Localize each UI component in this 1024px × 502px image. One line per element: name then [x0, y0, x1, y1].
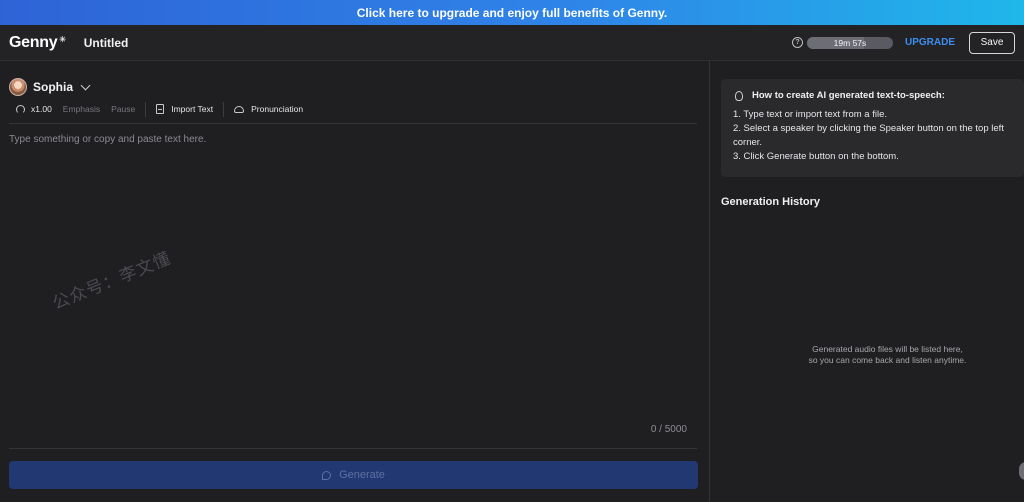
toolbar-divider — [223, 101, 225, 117]
lightbulb-icon — [735, 90, 743, 101]
upgrade-link[interactable]: UPGRADE — [905, 37, 955, 48]
chevron-down-icon — [80, 80, 91, 90]
speech-bubble-icon — [322, 470, 332, 480]
character-counter: 0 / 5000 — [650, 424, 687, 435]
generate-label: Generate — [339, 469, 385, 481]
panel-divider — [709, 61, 710, 502]
speed-control[interactable]: x1.00 — [16, 104, 52, 114]
speaker-selector[interactable]: Sophia — [9, 78, 91, 96]
pronunciation-button[interactable]: Pronunciation — [234, 104, 303, 114]
upgrade-banner[interactable]: Click here to upgrade and enjoy full ben… — [0, 0, 1024, 25]
chat-widget-button[interactable] — [1019, 462, 1024, 480]
generate-button[interactable]: Generate — [9, 461, 698, 489]
help-icon[interactable]: ? — [791, 37, 803, 48]
toolbar-divider-line — [9, 123, 697, 124]
history-empty-line: Generated audio files will be listed her… — [812, 344, 963, 354]
upgrade-banner-text[interactable]: Click here to upgrade and enjoy full ben… — [357, 6, 668, 20]
import-text-label: Import Text — [171, 104, 214, 114]
editor-toolbar: x1.00 Emphasis Pause Import Text Pronunc… — [16, 101, 303, 117]
file-import-icon — [156, 104, 165, 114]
speaker-name: Sophia — [33, 80, 74, 94]
speed-gauge-icon — [16, 104, 25, 114]
how-to-step: 3. Click Generate button on the bottom. — [733, 151, 899, 162]
how-to-title-text: How to create AI generated text-to-speec… — [752, 90, 945, 101]
app-logo[interactable]: Genny ✳ — [9, 34, 66, 52]
speed-value: x1.00 — [31, 104, 52, 114]
generation-history-title: Generation History — [721, 196, 821, 208]
footer-divider-line — [9, 448, 697, 449]
quota-meter: 19m 57s — [806, 36, 893, 49]
top-bar-actions: ? 19m 57s UPGRADE Save — [791, 31, 1015, 54]
how-to-card: How to create AI generated text-to-speec… — [721, 79, 1024, 177]
document-title[interactable]: Untitled — [84, 36, 129, 50]
pause-button[interactable]: Pause — [111, 104, 135, 114]
how-to-steps: 1. Type text or import text from a file.… — [733, 108, 1024, 164]
how-to-title: How to create AI generated text-to-speec… — [735, 90, 1024, 101]
logo-text: Genny — [9, 33, 58, 51]
how-to-step: 1. Type text or import text from a file. — [733, 109, 887, 120]
logo-mark-icon: ✳ — [59, 34, 66, 44]
top-bar: Genny ✳ Untitled ? 19m 57s UPGRADE Save — [0, 25, 1024, 61]
toolbar-divider — [145, 101, 147, 117]
editor-panel: Sophia x1.00 Emphasis Pause Import Text … — [0, 61, 709, 502]
import-text-button[interactable]: Import Text — [156, 104, 213, 114]
speaker-avatar — [9, 78, 27, 96]
how-to-step: 2. Select a speaker by clicking the Spea… — [733, 123, 1004, 148]
history-empty-line: so you can come back and listen anytime. — [808, 355, 967, 365]
pronunciation-label: Pronunciation — [251, 104, 304, 114]
save-button[interactable]: Save — [969, 31, 1015, 54]
emphasis-button[interactable]: Emphasis — [63, 104, 100, 114]
pronunciation-icon — [234, 105, 245, 113]
quota-time: 19m 57s — [833, 37, 867, 48]
history-empty-state: Generated audio files will be listed her… — [760, 344, 1015, 366]
